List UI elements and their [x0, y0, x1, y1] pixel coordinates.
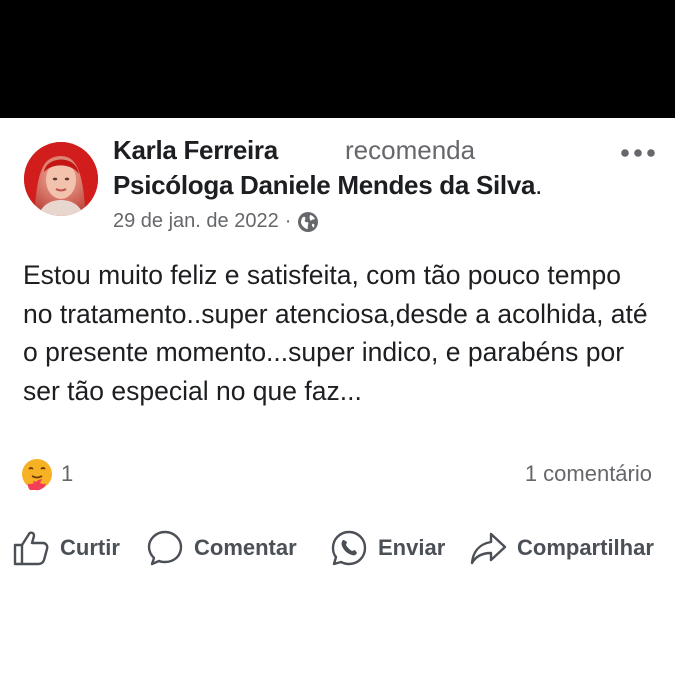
more-options-icon[interactable] — [620, 144, 656, 162]
meta-separator: · — [284, 210, 292, 232]
page-name[interactable]: Psicóloga Daniele Mendes da Silva — [113, 170, 535, 200]
post-text: Estou muito feliz e satisfeita, com tão … — [23, 260, 648, 406]
reaction-count[interactable]: 1 — [61, 461, 73, 487]
status-bar — [0, 0, 675, 118]
whatsapp-icon — [331, 530, 367, 566]
recommended-page: Psicóloga Daniele Mendes da Silva. — [113, 170, 542, 201]
post-actions: Curtir Comentar Enviar Compartilhar — [0, 520, 675, 576]
like-button[interactable]: Curtir — [12, 520, 120, 576]
send-button[interactable]: Enviar — [330, 520, 445, 576]
post-meta: 29 de jan. de 2022 · — [113, 210, 319, 233]
like-label: Curtir — [60, 535, 120, 560]
comment-label: Comentar — [194, 535, 297, 560]
comment-count[interactable]: 1 comentário — [525, 461, 652, 487]
comment-bubble-icon — [147, 530, 183, 566]
action-verb: recomenda — [345, 135, 476, 165]
comment-button[interactable]: Comentar — [146, 520, 297, 576]
thumbs-up-icon — [13, 531, 49, 566]
share-button[interactable]: Compartilhar — [469, 520, 654, 576]
page-suffix: . — [535, 170, 543, 200]
globe-icon — [297, 211, 319, 233]
share-label: Compartilhar — [517, 535, 654, 560]
share-arrow-icon — [470, 532, 507, 565]
send-label: Enviar — [378, 535, 446, 560]
avatar[interactable] — [24, 142, 98, 216]
post-date[interactable]: 29 de jan. de 2022 — [113, 210, 279, 233]
care-reaction-icon[interactable] — [20, 457, 54, 491]
author-name[interactable]: Karla Ferreira — [113, 135, 278, 166]
